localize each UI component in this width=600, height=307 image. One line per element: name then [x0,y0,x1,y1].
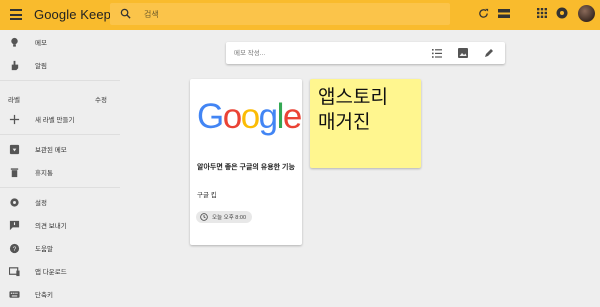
new-image-note-icon[interactable] [457,47,469,59]
trash-icon [10,167,19,177]
feedback-icon [9,220,20,230]
divider [0,134,120,135]
sidebar-item-label: 알림 [35,63,47,70]
sidebar-item-trash[interactable]: 휴지통 [0,160,120,184]
new-drawing-icon[interactable] [483,47,495,59]
search-box[interactable] [110,3,450,25]
devices-icon [9,266,20,276]
sidebar-item-shortcuts[interactable]: 단축키 [0,282,120,306]
plus-icon [9,114,20,124]
sidebar-item-label: 새 라벨 만들기 [35,117,75,124]
new-list-icon[interactable] [431,47,443,59]
sidebar-item-notes[interactable]: 메모 [0,30,120,54]
sidebar-item-feedback[interactable]: 의견 보내기 [0,213,120,237]
sidebar-item-app-download[interactable]: 앱 다운로드 [0,259,120,283]
archive-icon [9,144,20,154]
sidebar-item-help[interactable]: ? 도움말 [0,236,120,260]
divider [0,80,120,81]
labels-edit-link[interactable]: 수정 [95,94,107,104]
note-card[interactable]: 앱스토리 매거진 [310,79,421,168]
sidebar-item-label: 설정 [35,200,47,207]
svg-text:?: ? [13,245,17,252]
app-title-google: Google [34,7,77,22]
take-note-bar[interactable] [226,42,505,64]
sidebar-item-label: 휴지통 [35,170,53,177]
note-image-google-logo: Google [197,97,302,136]
app-title[interactable]: Google Keep [34,7,111,22]
note-title: 알아두면 좋은 구글의 유용한 기능 [197,164,295,171]
apps-grid-icon[interactable] [535,6,549,20]
handwriting-line: 앱스토리 [318,86,388,108]
top-bar: Google Keep [0,0,600,30]
gear-icon [10,197,19,207]
sidebar-item-settings[interactable]: 설정 [0,190,120,214]
clock-icon [200,213,208,221]
sidebar-item-create-label[interactable]: 새 라벨 만들기 [0,107,120,131]
reminder-hand-icon [11,60,19,70]
keyboard-icon [9,290,20,298]
list-view-icon[interactable] [497,6,511,20]
reminder-text: 오늘 오후 8:00 [212,215,247,221]
sidebar-item-archive[interactable]: 보관된 메모 [0,137,120,161]
app-title-keep: Keep [80,7,112,22]
note-card[interactable]: Google 알아두면 좋은 구글의 유용한 기능 구글 킵 오늘 오후 8:0… [190,79,302,245]
note-body: 구글 킵 [197,192,217,199]
hamburger-menu-icon[interactable] [10,9,22,20]
handwritten-note-image: 앱스토리 매거진 [318,85,418,135]
search-input[interactable] [144,6,434,22]
labels-header: 라벨 [8,97,20,104]
search-icon[interactable] [120,8,131,19]
divider [0,187,120,188]
account-circle-icon[interactable] [555,6,569,20]
help-icon: ? [9,243,20,253]
handwriting-line: 매거진 [318,111,371,133]
sidebar: 메모 알림 라벨 수정 새 라벨 만들기 보관된 메모 휴지통 설정 의견 보내… [0,30,120,307]
reminder-chip[interactable]: 오늘 오후 8:00 [196,211,253,223]
sidebar-item-label: 단축키 [35,292,53,299]
avatar[interactable] [578,5,595,22]
sidebar-item-label: 앱 다운로드 [35,269,67,276]
take-note-input[interactable] [234,46,414,60]
sidebar-item-reminders[interactable]: 알림 [0,53,120,77]
sidebar-item-label: 보관된 메모 [35,147,67,154]
sidebar-item-label: 의견 보내기 [35,223,67,230]
sidebar-item-label: 메모 [35,40,47,47]
sidebar-item-label: 도움말 [35,246,53,253]
lightbulb-icon [11,37,18,47]
refresh-icon[interactable] [476,6,490,20]
